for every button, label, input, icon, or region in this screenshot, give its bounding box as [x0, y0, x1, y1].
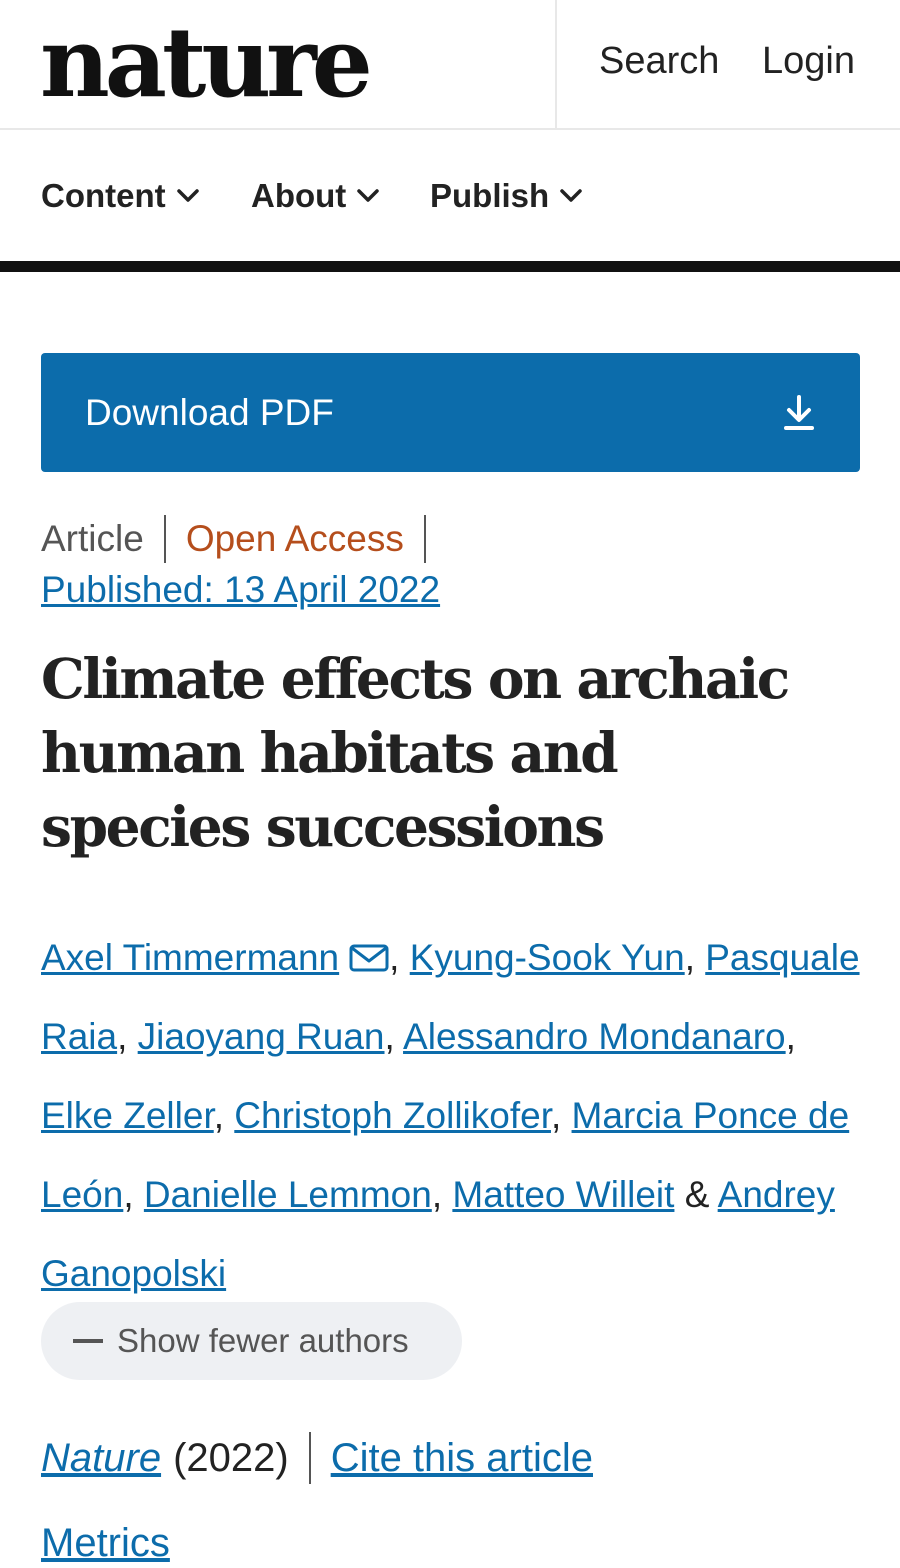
main-menu: Content About Publish: [0, 132, 900, 262]
published-date-link[interactable]: Published: 13 April 2022: [41, 566, 440, 614]
menu-content-label: Content: [41, 177, 166, 214]
author-link[interactable]: Elke Zeller: [41, 1095, 214, 1136]
author-link[interactable]: Danielle Lemmon: [144, 1174, 432, 1215]
article-title: Climate effects on archaic human habitat…: [41, 646, 790, 859]
author-link[interactable]: Axel Timmermann: [41, 937, 339, 978]
menu-publish[interactable]: Publish: [430, 176, 583, 216]
minus-icon: [73, 1339, 103, 1343]
author-link[interactable]: Kyung-Sook Yun: [410, 937, 685, 978]
menu-divider: [0, 261, 900, 272]
menu-about[interactable]: About: [251, 176, 380, 216]
menu-about-label: About: [251, 177, 347, 214]
author-separator: ,: [550, 1095, 562, 1136]
cite-article-link[interactable]: Cite this article: [331, 1436, 593, 1481]
download-icon: [784, 394, 814, 430]
header-divider: [555, 0, 557, 130]
chevron-down-icon: [357, 189, 380, 202]
author-link[interactable]: Christoph Zollikofer: [234, 1095, 551, 1136]
article-meta: Article Open Access: [41, 514, 446, 564]
chevron-down-icon: [560, 189, 582, 202]
article-type: Article: [41, 518, 144, 559]
download-pdf-label: Download PDF: [85, 391, 334, 433]
journal-year: (2022): [173, 1435, 289, 1480]
author-separator: ,: [213, 1095, 225, 1136]
author-separator: ,: [785, 1016, 796, 1057]
journal-name-link[interactable]: Nature: [41, 1436, 161, 1481]
author-separator: ,: [123, 1174, 134, 1215]
download-pdf-button[interactable]: Download PDF: [41, 353, 860, 472]
open-access-label: Open Access: [185, 518, 404, 559]
author-link[interactable]: Alessandro Mondanaro: [403, 1016, 786, 1057]
author-separator: ,: [389, 937, 400, 978]
meta-separator: [163, 515, 166, 563]
search-link[interactable]: Search: [599, 38, 719, 84]
journal-separator: [308, 1432, 311, 1484]
show-fewer-authors-button[interactable]: Show fewer authors: [41, 1302, 462, 1380]
login-link[interactable]: Login: [762, 38, 855, 84]
author-list: Axel Timmermann , Kyung-Sook Yun, Pasqua…: [41, 918, 861, 1313]
menu-publish-label: Publish: [430, 177, 550, 214]
mail-icon[interactable]: [349, 943, 389, 973]
author-separator: ,: [684, 937, 695, 978]
show-fewer-authors-label: Show fewer authors: [117, 1322, 409, 1359]
author-separator: ,: [117, 1016, 128, 1057]
journal-info: Nature (2022) Cite this article: [41, 1430, 593, 1486]
author-link[interactable]: Matteo Willeit: [452, 1174, 674, 1215]
metrics-link[interactable]: Metrics: [41, 1518, 170, 1568]
author-separator: ,: [384, 1016, 395, 1057]
meta-separator: [423, 515, 426, 563]
author-link[interactable]: Jiaoyang Ruan: [138, 1016, 385, 1057]
menu-content[interactable]: Content: [41, 176, 200, 216]
chevron-down-icon: [176, 189, 199, 202]
site-header: nature Search Login: [0, 0, 900, 130]
author-separator: ,: [431, 1174, 443, 1215]
author-ampersand: &: [684, 1174, 710, 1215]
nature-logo[interactable]: nature: [40, 8, 373, 118]
